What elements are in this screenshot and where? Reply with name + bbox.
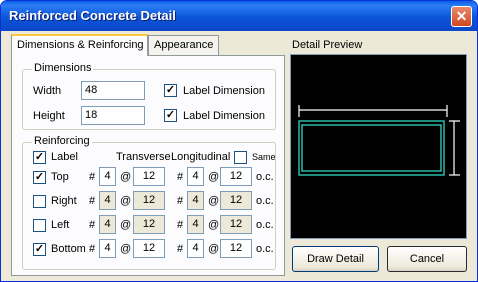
top-longitudinal-size[interactable]: 4 xyxy=(187,167,204,186)
top-transverse-size[interactable]: 4 xyxy=(99,167,116,186)
reinforcing-label-text: Label xyxy=(51,151,78,163)
left-label: Left xyxy=(51,219,70,231)
bottom-transverse-size[interactable]: 4 xyxy=(99,239,116,258)
left-longitudinal-spacing[interactable]: 12 xyxy=(220,215,252,234)
hash-label: # xyxy=(89,171,96,183)
width-label-dimension-checkbox[interactable]: ✓ xyxy=(164,84,177,97)
height-label: Height xyxy=(33,110,65,122)
rebar-row-right: Right # 4 @ 12 # 4 @ 12 o.c. xyxy=(23,191,275,213)
left-checkbox[interactable] xyxy=(33,219,46,232)
at-label: @ xyxy=(120,219,132,231)
bottom-label: Bottom xyxy=(51,243,86,255)
right-transverse-spacing[interactable]: 12 xyxy=(133,191,165,210)
dimensions-group: Dimensions Width 48 Height 18 ✓ Label Di… xyxy=(22,62,276,130)
oc-label: o.c. xyxy=(256,171,274,183)
width-dimension-line xyxy=(298,105,448,117)
height-input[interactable]: 18 xyxy=(81,106,145,125)
cancel-button[interactable]: Cancel xyxy=(387,246,467,272)
right-longitudinal-spacing[interactable]: 12 xyxy=(220,191,252,210)
reinforcing-label-checkbox[interactable]: ✓ xyxy=(33,151,46,164)
title-bar[interactable]: Reinforced Concrete Detail ✕ xyxy=(1,1,477,31)
height-label-dimension-label: Label Dimension xyxy=(183,110,265,122)
same-label: Same xyxy=(252,152,276,162)
preview-label: Detail Preview xyxy=(292,39,363,51)
hash-label: # xyxy=(177,195,184,207)
right-checkbox[interactable] xyxy=(33,195,46,208)
rebar-row-top: ✓ Top # 4 @ 12 # 4 @ 12 o.c. xyxy=(23,167,275,189)
hash-label: # xyxy=(177,171,184,183)
window-title: Reinforced Concrete Detail xyxy=(9,8,176,23)
at-label: @ xyxy=(120,243,132,255)
bottom-longitudinal-size[interactable]: 4 xyxy=(187,239,204,258)
oc-label: o.c. xyxy=(256,195,274,207)
at-label: @ xyxy=(120,195,132,207)
top-checkbox[interactable]: ✓ xyxy=(33,171,46,184)
at-label: @ xyxy=(120,171,132,183)
height-label-dimension-checkbox[interactable]: ✓ xyxy=(164,109,177,122)
tab-label: Appearance xyxy=(154,39,214,51)
width-label-dimension-label: Label Dimension xyxy=(183,85,265,97)
dialog-window: Reinforced Concrete Detail ✕ Dimensions … xyxy=(0,0,478,282)
oc-label: o.c. xyxy=(256,243,274,255)
right-transverse-size[interactable]: 4 xyxy=(99,191,116,210)
rebar-row-bottom: ✓ Bottom # 4 @ 12 # 4 @ 12 o.c. xyxy=(23,239,275,261)
rebar-row-left: Left # 4 @ 12 # 4 @ 12 o.c. xyxy=(23,215,275,237)
beam-outline xyxy=(298,120,445,176)
right-label: Right xyxy=(51,195,77,207)
oc-label: o.c. xyxy=(256,219,274,231)
hash-label: # xyxy=(89,219,96,231)
top-transverse-spacing[interactable]: 12 xyxy=(133,167,165,186)
left-transverse-size[interactable]: 4 xyxy=(99,215,116,234)
reinforcing-group-label: Reinforcing xyxy=(32,135,92,147)
draw-detail-button[interactable]: Draw Detail xyxy=(292,246,379,272)
longitudinal-header: Longitudinal xyxy=(171,151,231,163)
bottom-checkbox[interactable]: ✓ xyxy=(33,243,46,256)
transverse-header: Transverse xyxy=(116,151,171,163)
hash-label: # xyxy=(177,243,184,255)
stirrup-outline xyxy=(301,124,442,172)
reinforcing-group: Reinforcing ✓ Label Transverse Longitudi… xyxy=(22,135,276,270)
width-input[interactable]: 48 xyxy=(81,81,145,100)
beam-section-drawing xyxy=(298,105,460,176)
hash-label: # xyxy=(177,219,184,231)
tab-panel: Dimensions Width 48 Height 18 ✓ Label Di… xyxy=(11,55,285,276)
tab-dimensions-reinforcing[interactable]: Dimensions & Reinforcing xyxy=(11,34,148,56)
at-label: @ xyxy=(208,243,220,255)
close-icon: ✕ xyxy=(455,8,468,24)
top-label: Top xyxy=(51,171,69,183)
same-checkbox[interactable] xyxy=(234,151,247,164)
close-button[interactable]: ✕ xyxy=(451,6,472,27)
height-dimension-line xyxy=(449,120,460,176)
bottom-longitudinal-spacing[interactable]: 12 xyxy=(220,239,252,258)
left-longitudinal-size[interactable]: 4 xyxy=(187,215,204,234)
top-longitudinal-spacing[interactable]: 12 xyxy=(220,167,252,186)
dimensions-group-label: Dimensions xyxy=(32,62,94,74)
detail-preview-canvas xyxy=(290,54,467,239)
bottom-transverse-spacing[interactable]: 12 xyxy=(133,239,165,258)
at-label: @ xyxy=(208,219,220,231)
right-longitudinal-size[interactable]: 4 xyxy=(187,191,204,210)
hash-label: # xyxy=(89,243,96,255)
tab-label: Dimensions & Reinforcing xyxy=(17,39,144,51)
tab-appearance[interactable]: Appearance xyxy=(148,35,219,55)
width-label: Width xyxy=(33,85,62,97)
left-transverse-spacing[interactable]: 12 xyxy=(133,215,165,234)
hash-label: # xyxy=(89,195,96,207)
at-label: @ xyxy=(208,195,220,207)
at-label: @ xyxy=(208,171,220,183)
